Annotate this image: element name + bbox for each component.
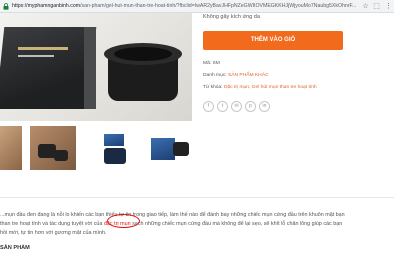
extension-icon[interactable]: ⬚	[372, 2, 381, 11]
description-text: than tre hoạt tính và tác dụng tuyệt vời…	[0, 221, 104, 227]
product-main-image[interactable]	[0, 13, 192, 121]
thumbnail-4[interactable]	[147, 126, 193, 170]
linkedin-icon[interactable]: in	[259, 101, 270, 112]
sku-label: Mã:	[203, 61, 212, 66]
product-category: Danh mục: SẢN PHẨM KHÁC	[203, 73, 269, 78]
section-title: SẢN PHẨM	[0, 245, 30, 251]
email-icon[interactable]: ✉	[231, 101, 242, 112]
product-jar-image	[104, 43, 182, 107]
thumbnail-jar	[104, 148, 126, 164]
add-to-cart-button[interactable]: THÊM VÀO GIỎ	[203, 31, 343, 50]
category-link[interactable]: SẢN PHẨM KHÁC	[228, 73, 269, 78]
product-box-sublabel	[18, 55, 54, 57]
product-sku: Mã: SM	[203, 61, 220, 66]
product-box-edge	[84, 27, 96, 109]
product-box-image	[0, 27, 97, 109]
browser-address-bar: https://myphamnganbinh.com/san-pham/gel-…	[0, 0, 394, 13]
tags-links[interactable]: Dặc trị mụn, Gel hút mụn than tre hoạt t…	[224, 85, 317, 90]
divider	[0, 197, 394, 198]
red-annotation-circle	[107, 214, 140, 228]
thumbnail-3[interactable]	[92, 126, 138, 170]
lock-icon	[3, 3, 9, 10]
tags-label: Từ khóa:	[203, 85, 223, 90]
thumbnail-jar	[173, 142, 189, 156]
pinterest-icon[interactable]: p	[245, 101, 256, 112]
thumbnail-box	[104, 134, 124, 146]
category-label: Danh mục:	[203, 73, 227, 78]
jar-cream	[114, 47, 172, 61]
product-box-label	[18, 47, 68, 50]
url-host: https://myphamnganbinh.com	[12, 3, 81, 9]
thumbnail-1[interactable]	[0, 126, 22, 170]
product-tags: Từ khóa: Dặc trị mụn, Gel hút mụn than t…	[203, 85, 317, 90]
url-field[interactable]: https://myphamnganbinh.com/san-pham/gel-…	[12, 2, 357, 11]
product-subtitle: Không gây kích ứng da	[203, 14, 260, 20]
sku-value: SM	[212, 61, 220, 66]
twitter-icon[interactable]: t	[217, 101, 228, 112]
thumbnail-box	[151, 138, 175, 160]
browser-menu-icon[interactable]: ⋮	[384, 2, 393, 11]
description-line-2: than tre hoạt tính và tác dụng tuyệt vời…	[0, 220, 394, 229]
bookmark-star-icon[interactable]: ☆	[361, 2, 370, 11]
url-path: /san-pham/gel-hut-mun-than-tre-hoat-tinh…	[80, 3, 357, 9]
thumbnail-2[interactable]	[30, 126, 76, 170]
facebook-icon[interactable]: f	[203, 101, 214, 112]
product-description: ...mụn đầu đen đang là nỗi lo khiến các …	[0, 211, 394, 238]
description-line-1: ...mụn đầu đen đang là nỗi lo khiến các …	[0, 212, 345, 218]
description-text: sạch những chiếc mụn cứng đầu mà không đ…	[130, 221, 343, 227]
description-line-3: hồi mới, tự tin hơn với gương mặt của mì…	[0, 230, 107, 236]
thumbnail-jar	[54, 150, 68, 161]
